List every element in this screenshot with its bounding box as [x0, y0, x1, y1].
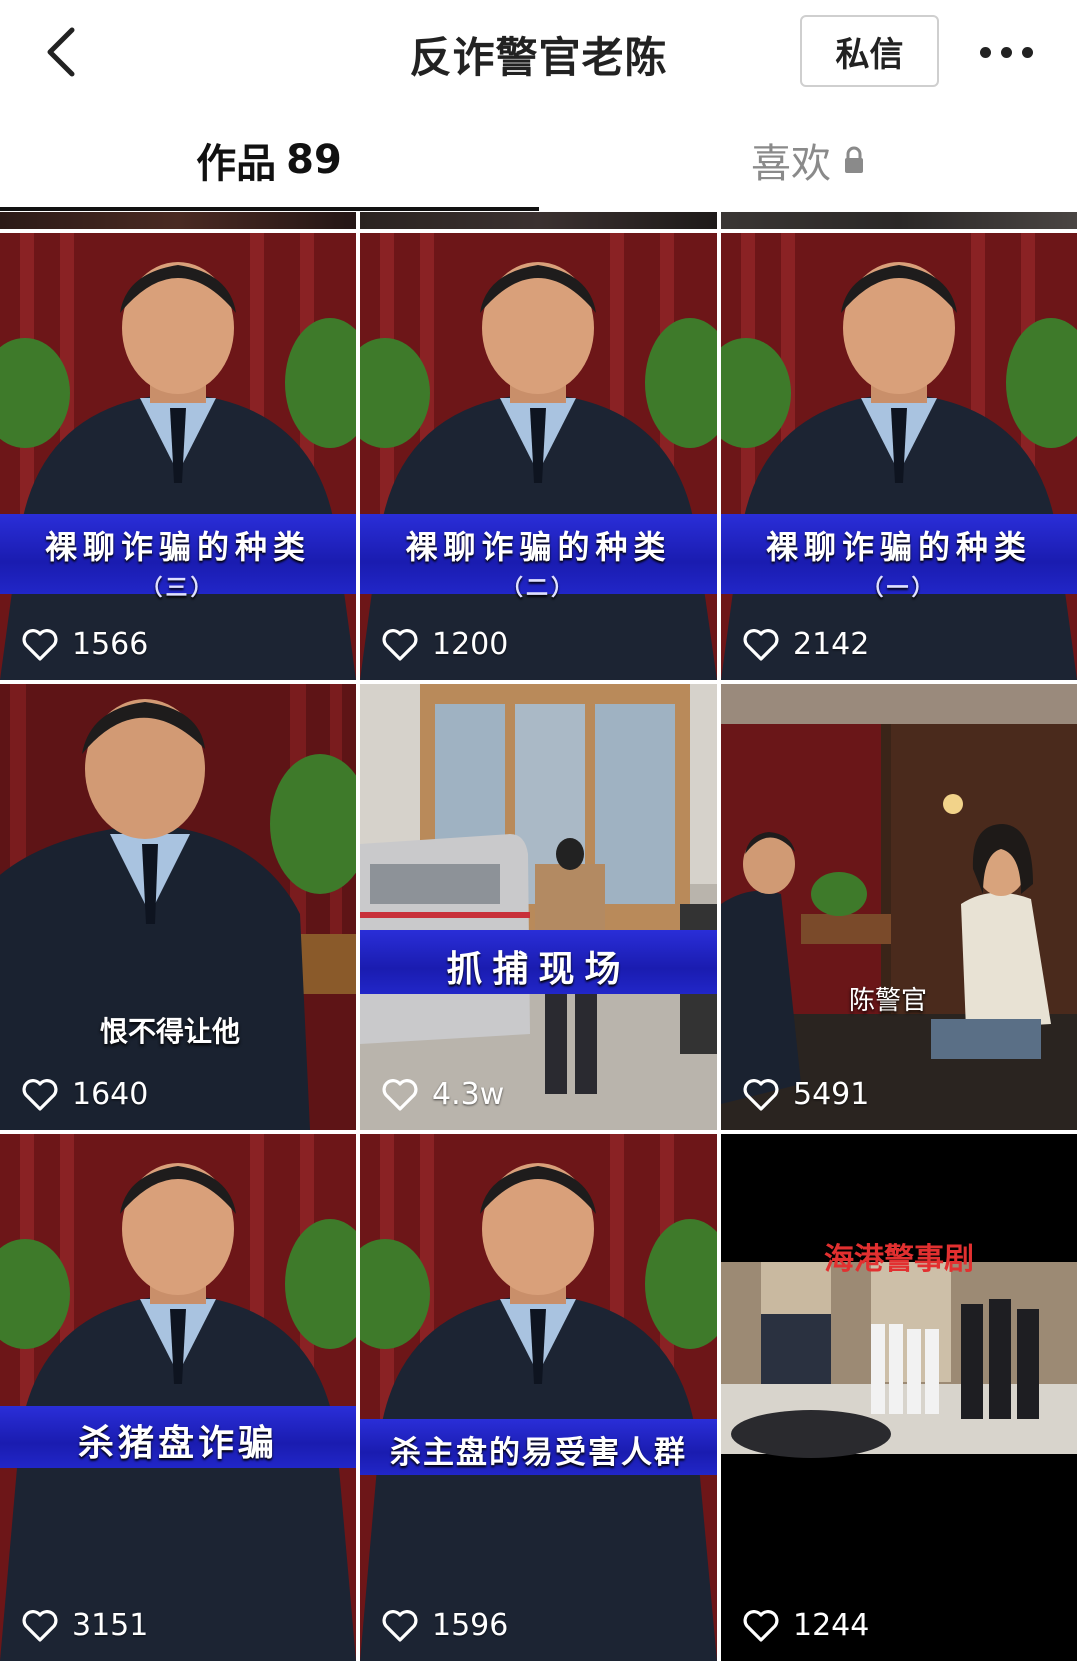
more-dot-icon — [1021, 46, 1033, 58]
show-title-caption: 海港警事剧 — [824, 1242, 974, 1277]
like-count: 5491 — [743, 1077, 869, 1112]
banner-title: 杀主盘的易受害人群 — [390, 1435, 687, 1471]
like-count-value: 1244 — [793, 1608, 870, 1643]
like-count: 4.3w — [382, 1077, 504, 1112]
title-banner: 杀主盘的易受害人群 — [360, 1419, 717, 1475]
like-count: 3151 — [22, 1608, 148, 1643]
video-thumbnail[interactable]: 裸聊诈骗的种类 （三） 1566 — [0, 233, 356, 680]
like-count: 1244 — [743, 1608, 869, 1643]
tab-works-label: 作品 — [196, 141, 277, 187]
like-count: 1596 — [382, 1608, 508, 1643]
banner-subtitle: （一） — [861, 576, 937, 601]
partial-thumbnail — [721, 212, 1077, 229]
works-count: 89 — [286, 137, 342, 183]
like-count-value: 2142 — [793, 627, 870, 662]
title-banner: 杀猪盘诈骗 — [0, 1406, 356, 1468]
banner-title: 裸聊诈骗的种类 — [405, 528, 672, 566]
banner-title: 裸聊诈骗的种类 — [765, 528, 1032, 566]
partial-thumbnail — [360, 212, 717, 229]
more-options-button[interactable] — [966, 30, 1046, 74]
officer-meeting-image — [721, 684, 1077, 1130]
like-count-value: 1566 — [72, 627, 149, 662]
banner-title: 抓捕现场 — [446, 949, 631, 990]
heart-icon — [382, 628, 418, 661]
heart-icon — [22, 628, 58, 661]
name-caption: 陈警官 — [849, 986, 928, 1016]
title-banner: 抓捕现场 — [360, 930, 717, 994]
officer-portrait-image — [360, 233, 717, 680]
heart-icon — [743, 1609, 779, 1642]
officer-portrait-image — [360, 1134, 717, 1661]
heart-icon — [22, 1609, 58, 1642]
heart-icon — [743, 1078, 779, 1111]
title-banner: 裸聊诈骗的种类 （三） — [0, 514, 356, 601]
profile-tabs: 作品 89 喜欢 — [0, 110, 1077, 210]
top-bar: 反诈警官老陈 私信 — [0, 0, 1077, 105]
video-thumbnail[interactable]: 陈警官 5491 — [721, 684, 1077, 1130]
banner-subtitle: （二） — [500, 576, 576, 601]
banner-subtitle: （三） — [140, 576, 216, 601]
video-thumbnail[interactable]: 海港警事剧 1244 — [721, 1134, 1077, 1661]
active-tab-indicator — [0, 207, 539, 211]
message-button[interactable]: 私信 — [800, 15, 939, 87]
tab-likes[interactable]: 喜欢 — [539, 110, 1077, 210]
video-thumbnail[interactable]: 杀猪盘诈骗 3151 — [0, 1134, 356, 1661]
video-thumbnail[interactable]: 恨不得让他 1640 — [0, 684, 356, 1130]
like-count-value: 1200 — [432, 627, 509, 662]
subtitle-caption: 恨不得让他 — [100, 1015, 241, 1048]
lock-icon — [845, 146, 863, 173]
like-count-value: 3151 — [72, 1608, 149, 1643]
tab-likes-label: 喜欢 — [751, 141, 831, 187]
drama-scene-image — [721, 1134, 1077, 1661]
like-count-value: 4.3w — [432, 1077, 505, 1112]
title-banner: 裸聊诈骗的种类 （一） — [721, 514, 1077, 601]
officer-interview-image — [0, 684, 356, 1130]
like-count-value: 5491 — [793, 1077, 870, 1112]
heart-icon — [382, 1078, 418, 1111]
partial-thumbnail — [0, 212, 356, 229]
more-dot-icon — [979, 46, 991, 58]
video-grid: 裸聊诈骗的种类 （三） 1566 裸聊诈骗的种类 （二） 1200 裸聊诈骗的种… — [0, 212, 1077, 1661]
heart-icon — [382, 1609, 418, 1642]
like-count-value: 1596 — [432, 1608, 509, 1643]
officer-portrait-image — [0, 233, 356, 680]
title-banner: 裸聊诈骗的种类 （二） — [360, 514, 717, 601]
like-count: 1200 — [382, 627, 508, 662]
like-count: 2142 — [743, 627, 869, 662]
heart-icon — [743, 628, 779, 661]
like-count-value: 1640 — [72, 1077, 149, 1112]
banner-title: 杀猪盘诈骗 — [77, 1423, 278, 1464]
video-thumbnail[interactable]: 裸聊诈骗的种类 （一） 2142 — [721, 233, 1077, 680]
banner-title: 裸聊诈骗的种类 — [44, 528, 311, 566]
tab-works[interactable]: 作品 89 — [0, 110, 538, 210]
video-thumbnail[interactable]: 抓捕现场 4.3w — [360, 684, 717, 1130]
more-dot-icon — [1000, 46, 1012, 58]
video-thumbnail[interactable]: 杀主盘的易受害人群 1596 — [360, 1134, 717, 1661]
video-thumbnail[interactable]: 裸聊诈骗的种类 （二） 1200 — [360, 233, 717, 680]
heart-icon — [22, 1078, 58, 1111]
like-count: 1566 — [22, 627, 148, 662]
officer-portrait-image — [0, 1134, 356, 1661]
officer-portrait-image — [721, 233, 1077, 680]
like-count: 1640 — [22, 1077, 148, 1112]
arrest-scene-image — [360, 684, 717, 1130]
